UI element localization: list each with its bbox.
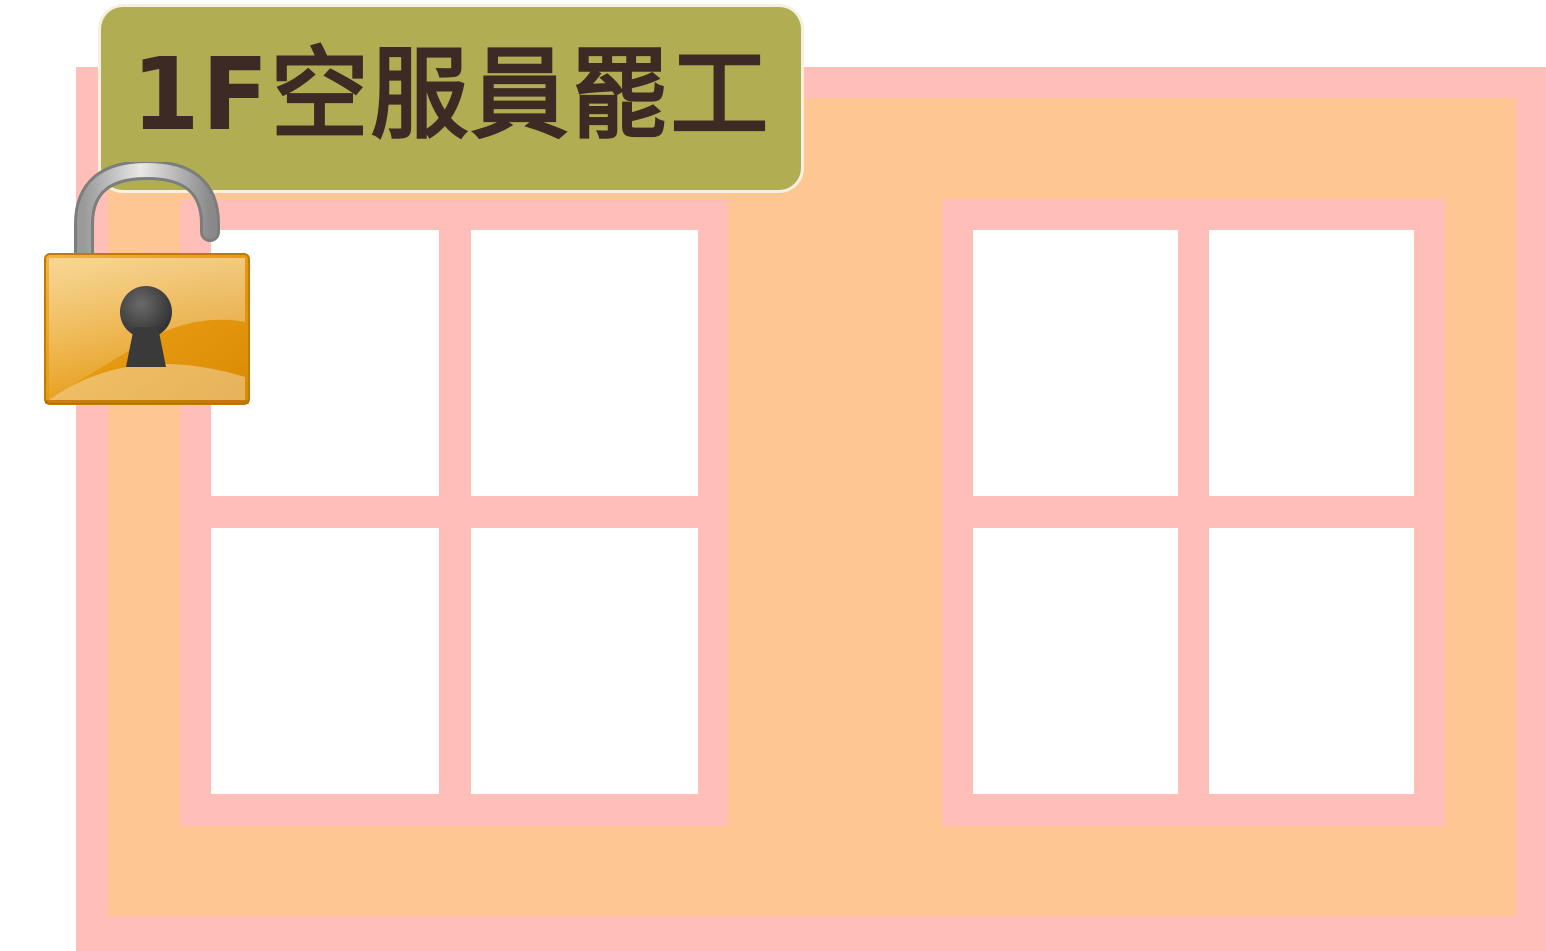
window-right-pane-bottom-right [1209, 528, 1414, 794]
padlock-icon [44, 162, 250, 405]
scene: 1F空服員罷工 [0, 0, 1546, 951]
window-left-pane-top-right [471, 230, 698, 496]
window-right-pane-bottom-left [973, 528, 1178, 794]
window-left-pane-bottom-right [471, 528, 698, 794]
window-left-pane-bottom-left [211, 528, 439, 794]
window-right-pane-top-left [973, 230, 1178, 496]
window-right-pane-top-right [1209, 230, 1414, 496]
page-title: 1F空服員罷工 [131, 35, 771, 153]
